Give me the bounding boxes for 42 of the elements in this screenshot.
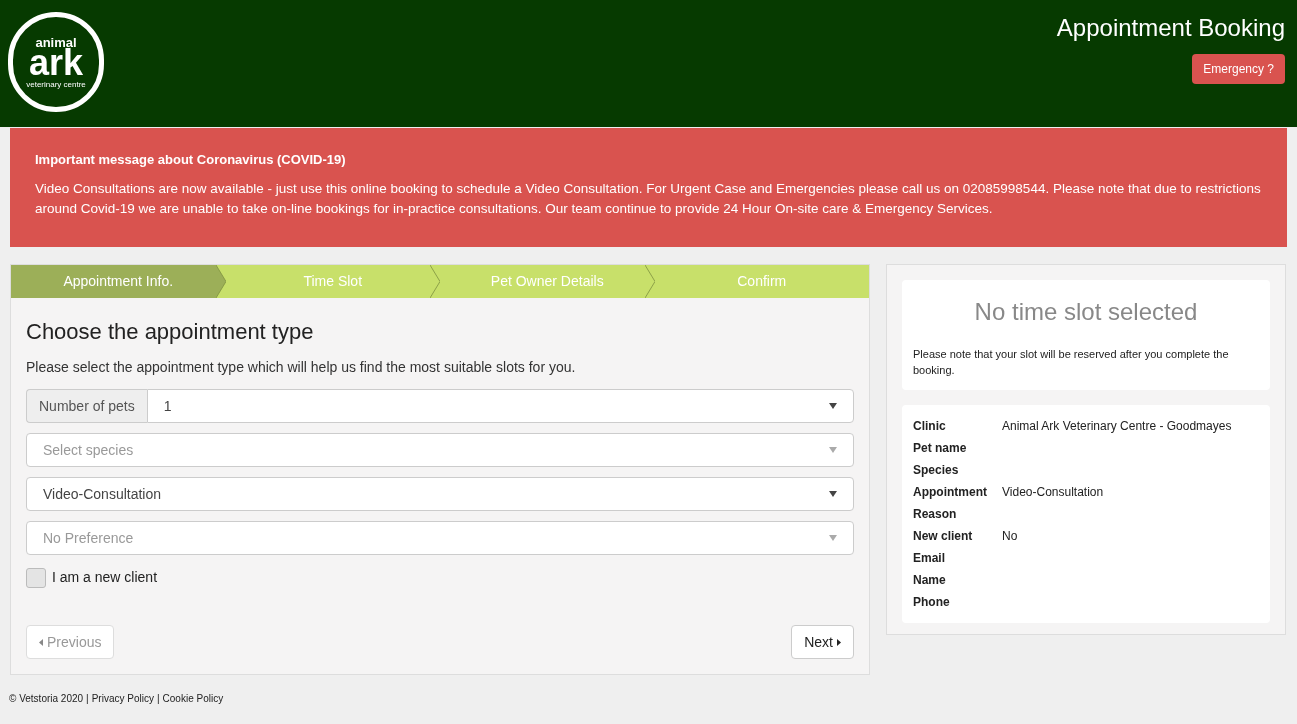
select-field[interactable]: Video-Consultation (26, 477, 854, 511)
checkbox-label: I am a new client (52, 568, 158, 587)
next-button[interactable]: Next (791, 625, 854, 659)
caret-left-icon (39, 638, 43, 646)
footer-link[interactable]: Cookie Policy (162, 691, 224, 706)
separator-text: | (156, 692, 160, 706)
chevron-divider-icon (430, 265, 440, 298)
caret-icon (829, 491, 837, 497)
slot-note: Please note that your slot will be reserved after you complete the booking. (913, 347, 1230, 378)
checkbox[interactable] (26, 567, 46, 588)
emergency-button[interactable]: Emergency ? (1192, 54, 1285, 84)
summary-value: Video-Consultation (1002, 484, 1104, 501)
summary-label: Clinic (913, 418, 947, 435)
summary-value: Animal Ark Veterinary Centre - Goodmayes (1002, 418, 1232, 435)
summary-label: Phone (913, 594, 951, 611)
slot-title: No time slot selected (973, 297, 1199, 327)
summary-label: Pet name (913, 440, 968, 457)
separator-text: | (86, 692, 89, 706)
chevron-divider-icon (644, 265, 655, 298)
select-field[interactable]: Select species (26, 433, 854, 467)
intro-text: Please select the appointment type which will help us find the most suitable slots for you. (26, 358, 577, 377)
caret-icon (829, 447, 837, 453)
summary-label: Name (913, 572, 947, 589)
footer-link[interactable]: Privacy Policy (91, 691, 154, 706)
copyright-text: © Vetstoria 2020 (9, 692, 84, 706)
select-field[interactable]: 1 (146, 389, 854, 423)
summary-label: Email (913, 550, 946, 567)
notice-title: Important message about Coronavirus (COVID-19) (35, 151, 347, 169)
caret-right-icon (837, 638, 841, 646)
notice-text: Video Consultations are now available - just use this online booking to schedule a Video Consultation. For Urgent Case and Emergencies please call us on 02085998544. Please note that due to restrictions around Covid-19 we are unable to take on-line bookings for in-practice consultations. Our team continue to provide 24 Hour On-site care & Emergency Services. (35, 179, 1262, 218)
section-heading: Choose the appointment type (26, 318, 315, 346)
summary-label: Reason (913, 506, 958, 523)
summary-value: No (1002, 528, 1018, 545)
caret-icon (829, 535, 837, 541)
page-title: Appointment Booking (1056, 13, 1285, 43)
caret-icon (829, 403, 837, 409)
step-tab[interactable]: Appointment Info. (11, 265, 226, 298)
select-field[interactable]: No Preference (26, 521, 854, 555)
summary-label: Species (913, 462, 960, 479)
field-addon: Number of pets (26, 389, 147, 423)
summary-label: Appointment (913, 484, 988, 501)
summary-label: New client (913, 528, 974, 545)
